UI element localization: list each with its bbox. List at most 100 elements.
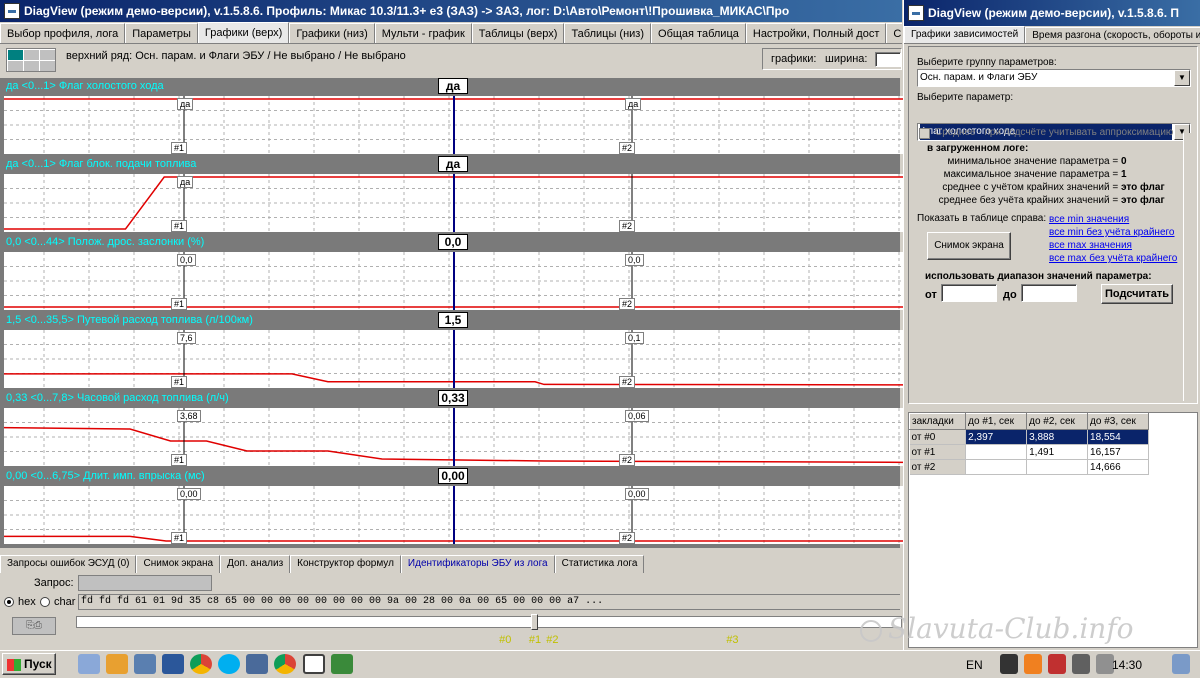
table-cell[interactable]: 14,666 xyxy=(1087,459,1149,475)
quicklaunch xyxy=(78,651,418,678)
marker1-value: 0,0 xyxy=(177,254,196,266)
graphs-width-box: графики: ширина: xyxy=(762,48,902,70)
stat-link[interactable]: все min значения xyxy=(1049,213,1199,226)
tab-main[interactable]: Общая таблица xyxy=(651,23,746,43)
folder-icon[interactable] xyxy=(134,654,157,674)
stat-link[interactable]: все min без учёта крайнего xyxy=(1049,226,1199,239)
document-icon[interactable] xyxy=(78,654,100,674)
table-cell[interactable]: от #2 xyxy=(909,459,967,475)
tab-bottom[interactable]: Конструктор формул xyxy=(290,555,401,573)
hex-label: hex xyxy=(18,596,36,608)
layout-grid-icon[interactable] xyxy=(6,48,56,72)
windows-logo-icon xyxy=(7,658,21,671)
calc-button[interactable]: Подсчитать xyxy=(1101,284,1173,304)
chart-plot[interactable] xyxy=(4,96,904,154)
skype-icon[interactable] xyxy=(218,654,241,674)
hex-radio[interactable] xyxy=(4,597,14,607)
marker2-label: #2 xyxy=(619,454,636,466)
table-row[interactable]: от #0 2,397 3,888 18,554 xyxy=(909,429,1149,445)
side-title-bar[interactable]: DiagView (режим демо-версии), v.1.5.8.6.… xyxy=(904,0,1200,26)
chrome-icon[interactable] xyxy=(190,654,213,674)
watermark-logo-icon xyxy=(860,619,882,642)
tray-security-icon[interactable] xyxy=(1024,654,1043,674)
tab-main[interactable]: Выбор профиля, лога xyxy=(0,23,126,43)
side-title-text: DiagView (режим демо-версии), v.1.5.8.6.… xyxy=(928,6,1180,20)
marker2-label: #2 xyxy=(619,532,636,544)
tab-main[interactable]: Графики (верх) xyxy=(197,22,290,43)
avg-checkbox[interactable] xyxy=(919,128,930,139)
tab-main[interactable]: Таблицы (низ) xyxy=(564,23,652,43)
clock[interactable]: 14:30 xyxy=(1112,658,1142,672)
stat-link[interactable]: все max значения xyxy=(1049,239,1199,252)
tab-main[interactable]: С xyxy=(886,23,902,43)
tab-bottom[interactable]: Доп. анализ xyxy=(220,555,291,573)
tab-main[interactable]: Мульти - график xyxy=(374,23,472,43)
table-row[interactable]: от #2 14,666 xyxy=(909,459,1149,475)
from-input[interactable] xyxy=(941,284,997,302)
tab-bottom[interactable]: Запросы ошибок ЭСУД (0) xyxy=(0,555,137,573)
group-select-value: Осн. парам. и Флаги ЭБУ xyxy=(920,72,1038,83)
tab-main[interactable]: Параметры xyxy=(125,23,198,43)
chrome-icon[interactable] xyxy=(274,654,297,674)
tab-side[interactable]: Графики зависимостей xyxy=(904,26,1026,43)
stat-label: среднее с учётом крайних значений = xyxy=(942,182,1119,193)
tab-main[interactable]: Настройки, Полный дост xyxy=(745,23,887,43)
table-row[interactable]: от #1 1,491 16,157 xyxy=(909,444,1149,460)
diagview-icon[interactable] xyxy=(302,654,325,674)
stat-link[interactable]: все max без учёта крайнего xyxy=(1049,252,1199,265)
tab-bottom[interactable]: Статистика лога xyxy=(554,555,645,573)
copy-buttons[interactable]: ⎘⎙ xyxy=(12,617,56,635)
table-cell[interactable] xyxy=(1026,459,1089,475)
table-cell[interactable]: 2,397 xyxy=(965,429,1028,445)
table-cell[interactable] xyxy=(965,459,1028,475)
to-input[interactable] xyxy=(1021,284,1077,302)
start-button[interactable]: Пуск xyxy=(2,653,56,675)
side-scrollbar[interactable] xyxy=(1183,133,1197,401)
tray-app-icon[interactable] xyxy=(1000,654,1018,674)
word-icon[interactable] xyxy=(162,654,185,674)
language-indicator[interactable]: EN xyxy=(966,658,983,672)
marker2-label: #2 xyxy=(619,220,636,232)
chart-plot[interactable] xyxy=(4,174,904,232)
tab-side[interactable]: Время разгона (скорость, обороты и т.Д. xyxy=(1025,27,1200,43)
marker1-label: #1 xyxy=(171,142,188,154)
chart-plot[interactable] xyxy=(4,408,904,466)
chart-plot[interactable] xyxy=(4,486,904,544)
table-cell[interactable] xyxy=(965,444,1028,460)
side-tabs: Графики зависимостей Время разгона (скоро… xyxy=(904,26,1200,44)
network-icon[interactable] xyxy=(246,654,269,674)
tray-network-icon[interactable] xyxy=(1072,654,1091,674)
tab-bottom[interactable]: Идентификаторы ЭБУ из лога xyxy=(400,555,555,573)
map-icon[interactable] xyxy=(330,654,353,674)
group-select[interactable]: Осн. парам. и Флаги ЭБУ ▼ xyxy=(917,69,1191,87)
char-radio[interactable] xyxy=(40,597,50,607)
table-cell[interactable]: от #0 xyxy=(909,429,967,445)
table-cell[interactable]: 16,157 xyxy=(1087,444,1149,460)
timeline-slider-thumb[interactable] xyxy=(531,614,539,630)
main-title-bar[interactable]: DiagView (режим демо-версии), v.1.5.8.6.… xyxy=(0,0,902,22)
width-input[interactable] xyxy=(875,52,901,67)
table-cell[interactable]: 3,888 xyxy=(1026,429,1089,445)
table-header[interactable]: закладки xyxy=(908,413,967,430)
table-cell[interactable]: 18,554 xyxy=(1087,429,1149,445)
tab-bottom[interactable]: Снимок экрана xyxy=(136,555,221,573)
tab-main[interactable]: Таблицы (верх) xyxy=(471,23,565,43)
media-player-icon[interactable] xyxy=(106,654,129,674)
marker-labels: #0 #1 #2 #3 xyxy=(76,634,902,648)
hex-data-field[interactable]: fd fd fd 61 01 9d 35 c8 65 00 00 00 00 0… xyxy=(78,594,900,610)
timeline-slider[interactable] xyxy=(76,614,902,630)
table-cell[interactable]: от #1 xyxy=(909,444,967,460)
table-header[interactable]: до #3, сек xyxy=(1087,413,1149,430)
show-label: Показать в таблице справа: xyxy=(917,213,1047,224)
tab-main[interactable]: Графики (низ) xyxy=(289,23,375,43)
chart-plot[interactable] xyxy=(4,252,904,310)
tray-flag-icon[interactable] xyxy=(1048,654,1067,674)
screenshot-button[interactable]: Снимок экрана xyxy=(927,232,1011,260)
table-header[interactable]: до #2, сек xyxy=(1026,413,1089,430)
chevron-down-icon[interactable]: ▼ xyxy=(1174,70,1190,86)
table-header[interactable]: до #1, сек xyxy=(965,413,1028,430)
request-field[interactable] xyxy=(78,575,212,591)
chart-plot[interactable] xyxy=(4,330,904,388)
notification-icon[interactable] xyxy=(1172,654,1190,674)
table-cell[interactable]: 1,491 xyxy=(1026,444,1089,460)
